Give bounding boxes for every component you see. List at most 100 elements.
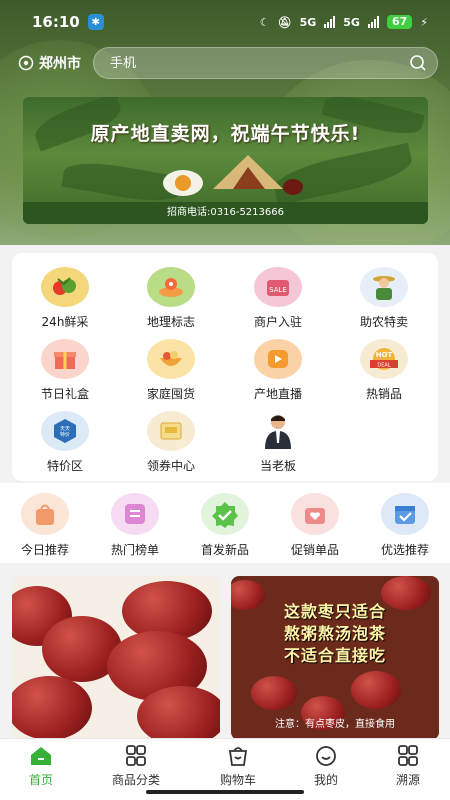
svg-text:特价: 特价 [60,431,70,438]
tab-label: 我的 [313,773,338,787]
food-bowl-icon [147,339,195,379]
banner-phone: 招商电话:0316-5213666 [167,207,284,218]
tab-trace[interactable]: 溯源 [373,745,443,788]
jujube-image [12,676,92,740]
tab-mine[interactable]: 我的 [291,745,361,788]
svg-text:HOT: HOT [376,351,393,359]
calendar-check-icon [381,493,429,535]
product-overlay-line: 这款枣只适合 [283,602,386,621]
product-note: 注意：有点枣皮，直接食用 [275,719,395,730]
notification-app-icon: ✱ [87,14,104,30]
signal-icon [324,16,336,28]
promo-banner[interactable]: 原产地直卖网，祝端午节快乐! 招商电话:0316-5213666 [23,97,428,224]
product-card-jujube[interactable] [12,576,220,740]
category-24h-fresh[interactable]: 24h鲜采 [15,267,115,330]
list-icon [111,493,159,535]
gift-box-icon [41,339,89,379]
quick-label: 热门榜单 [110,543,159,557]
status-time: 16:10 [32,13,80,31]
live-video-icon [254,339,302,379]
quick-label: 今日推荐 [20,543,69,557]
battery-indicator: 67 [386,15,413,29]
quick-hot-list[interactable]: 热门榜单 [90,493,180,558]
banner-title: 原产地直卖网，祝端午节快乐! [90,123,361,145]
network-label-2: 5G [343,15,360,29]
search-bar[interactable] [93,47,438,79]
quick-selected-recommend[interactable]: 优选推荐 [360,493,450,558]
product-overlay-line: 不适合直接吃 [283,646,386,665]
network-label: 5G [299,15,317,29]
signal-icon-2 [367,16,379,28]
cart-icon [228,747,248,766]
category-label: 热销品 [365,387,402,401]
vegetable-icon [41,267,89,307]
home-icon [31,747,51,765]
quick-entry-row: 今日推荐 热门榜单 首发新品 促销单品 优选推荐 [0,483,450,563]
zongzi-image [163,155,303,196]
search-icon[interactable] [409,54,427,72]
location-globe-icon [147,267,195,307]
home-indicator[interactable] [146,790,304,794]
heart-gift-icon [291,493,339,535]
tab-label: 溯源 [395,773,420,787]
category-label: 领券中心 [146,459,195,473]
location-pin-icon [18,55,34,71]
moon-icon: ☾ [259,15,270,29]
farmer-icon [360,267,408,307]
quick-label: 首发新品 [200,543,249,557]
status-icons: ☾ 🔕︎ 5G 5G 67 ⚡ [260,15,428,29]
category-merchant-join[interactable]: SALE 商户入驻 [228,267,328,330]
product-card-jujube-soup[interactable]: 这款枣只适合 熬粥熬汤泡茶 不适合直接吃 注意：有点枣皮，直接食用 [231,576,439,740]
product-overlay-line: 熬粥熬汤泡茶 [283,624,386,643]
product-feed: 这款枣只适合 熬粥熬汤泡茶 不适合直接吃 注意：有点枣皮，直接食用 [0,566,450,740]
tab-cart[interactable]: 购物车 [203,745,273,788]
category-label: 家庭囤货 [146,387,195,401]
svg-text:SALE: SALE [269,286,287,294]
category-farmer-sale[interactable]: 助农特卖 [334,267,434,330]
bag-icon [21,493,69,535]
tab-label: 购物车 [219,773,256,787]
businessman-icon [254,411,302,451]
location-selector[interactable]: 郑州市 [18,53,81,73]
category-special-price[interactable]: 天天 特价 特价区 [15,411,115,474]
trace-grid-icon [398,745,418,766]
category-coupon-center[interactable]: 领券中心 [121,411,221,474]
coupon-icon [147,411,195,451]
category-hot-sale[interactable]: HOT DEAL 热销品 [334,339,434,402]
category-label: 特价区 [46,459,83,473]
badge-check-icon [201,493,249,535]
category-live-origin[interactable]: 产地直播 [228,339,328,402]
charging-icon: ⚡ [420,15,428,29]
mute-icon: 🔕︎ [277,15,292,29]
category-label: 节日礼盒 [40,387,89,401]
jujube-image [351,671,401,709]
grid-icon [126,745,146,766]
quick-promo-item[interactable]: 促销单品 [270,493,360,558]
location-label: 郑州市 [39,56,81,72]
category-label: 商户入驻 [253,315,302,329]
svg-text:DEAL: DEAL [377,363,390,369]
search-input[interactable] [110,55,409,71]
quick-new-product[interactable]: 首发新品 [180,493,270,558]
user-smile-icon [316,746,336,766]
quick-label: 促销单品 [290,543,339,557]
status-bar: 16:10 ✱ ☾ 🔕︎ 5G 5G 67 ⚡ [0,0,450,44]
category-be-boss[interactable]: 当老板 [228,411,328,474]
category-holiday-gift[interactable]: 节日礼盒 [15,339,115,402]
category-label: 地理标志 [146,315,195,329]
tab-home[interactable]: 首页 [6,745,76,788]
top-bar: 郑州市 [0,44,450,82]
tab-category[interactable]: 商品分类 [101,745,171,788]
quick-today-recommend[interactable]: 今日推荐 [0,493,90,558]
tab-label: 首页 [28,773,53,787]
special-price-icon: 天天 特价 [41,411,89,451]
category-label: 当老板 [259,459,296,473]
quick-label: 优选推荐 [380,543,429,557]
category-grid: 24h鲜采 地理标志 SALE 商户入驻 助农特卖 节日礼盒 家庭囤货 产地直播… [12,253,438,481]
jujube-image [137,686,220,740]
category-family-stock[interactable]: 家庭囤货 [121,339,221,402]
category-label: 产地直播 [253,387,302,401]
jujube-image [251,676,297,710]
category-geo-mark[interactable]: 地理标志 [121,267,221,330]
category-label: 助农特卖 [359,315,408,329]
